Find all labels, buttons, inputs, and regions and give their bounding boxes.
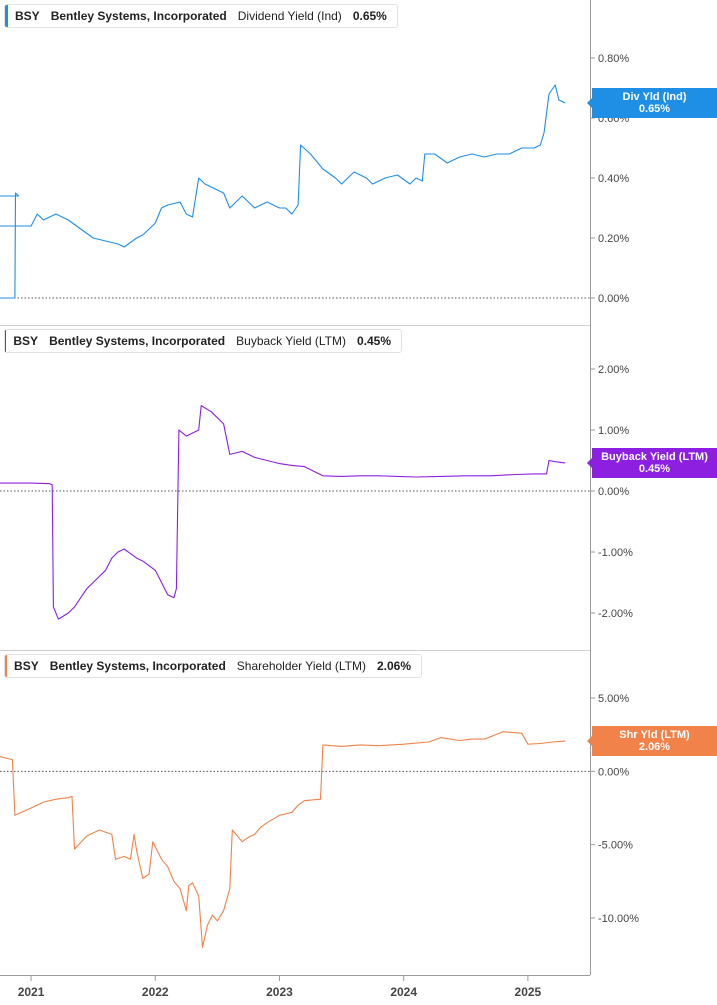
x-tick-label: 2021: [18, 985, 45, 999]
legend-ticker: BSY: [14, 659, 39, 673]
y-tick-label: -1.00%: [598, 547, 633, 559]
y-tick-label: 0.00%: [598, 486, 629, 498]
chart-canvas: 0.80%0.60%0.40%0.20%0.00%2.00%1.00%0.00%…: [0, 0, 639, 999]
y-tick-label: -5.00%: [598, 840, 633, 852]
badge-value: 2.06%: [638, 741, 671, 754]
series-line-buyback: [0, 405, 566, 620]
legend-ticker: BSY: [15, 9, 40, 23]
badge-label: Div Yld (Ind): [622, 91, 687, 103]
badge-value: 0.65%: [638, 103, 671, 115]
legend-shareholder-yield: BSY Bentley Systems, Incorporated Shareh…: [4, 654, 422, 678]
legend-metric: Buyback Yield (LTM): [236, 334, 346, 348]
legend-company: Bentley Systems, Incorporated: [49, 659, 226, 673]
legend-dividend-yield: BSY Bentley Systems, Incorporated Divide…: [4, 4, 398, 28]
y-tick-label: 0.40%: [598, 173, 629, 185]
series-line-shareholder: [0, 731, 566, 948]
last-value-badge-dividend: Div Yld (Ind) 0.65%: [587, 88, 717, 118]
y-tick-label: -10.00%: [598, 913, 639, 925]
legend-value: 2.06%: [376, 659, 411, 673]
y-tick-label: -2.00%: [598, 608, 633, 620]
y-tick-label: 0.00%: [598, 293, 629, 305]
last-value-badge-shareholder: Shr Yld (LTM) 2.06%: [587, 726, 717, 757]
badge-value: 0.45%: [638, 462, 671, 475]
y-tick-label: 0.20%: [598, 233, 629, 245]
legend-metric: Shareholder Yield (LTM): [236, 659, 366, 673]
y-tick-label: 2.00%: [598, 364, 629, 376]
badge-label: Shr Yld (LTM): [619, 729, 690, 742]
legend-company: Bentley Systems, Incorporated: [50, 9, 227, 23]
legend-value: 0.45%: [356, 334, 391, 348]
x-tick-label: 2024: [390, 985, 417, 999]
legend-metric: Dividend Yield (Ind): [237, 9, 342, 23]
legend-buyback-yield: BSY Bentley Systems, Incorporated Buybac…: [4, 329, 402, 353]
x-tick-label: 2025: [515, 985, 542, 999]
last-value-badge-buyback: Buyback Yield (LTM) 0.45%: [587, 447, 717, 478]
legend-swatch-dividend: [5, 5, 8, 27]
x-tick-label: 2023: [266, 985, 293, 999]
y-tick-label: 0.80%: [598, 53, 629, 65]
series-line-dividend: [0, 84, 566, 299]
x-tick-label: 2022: [142, 985, 169, 999]
y-tick-label: 0.00%: [598, 766, 629, 778]
legend-swatch-shareholder: [5, 655, 8, 677]
badge-label: Buyback Yield (LTM): [601, 450, 708, 463]
legend-value: 0.65%: [352, 9, 387, 23]
y-tick-label: 5.00%: [598, 693, 629, 705]
legend-company: Bentley Systems, Incorporated: [49, 334, 226, 348]
legend-ticker: BSY: [13, 334, 39, 348]
y-tick-label: 1.00%: [598, 425, 629, 437]
legend-swatch-buyback: [5, 330, 7, 352]
